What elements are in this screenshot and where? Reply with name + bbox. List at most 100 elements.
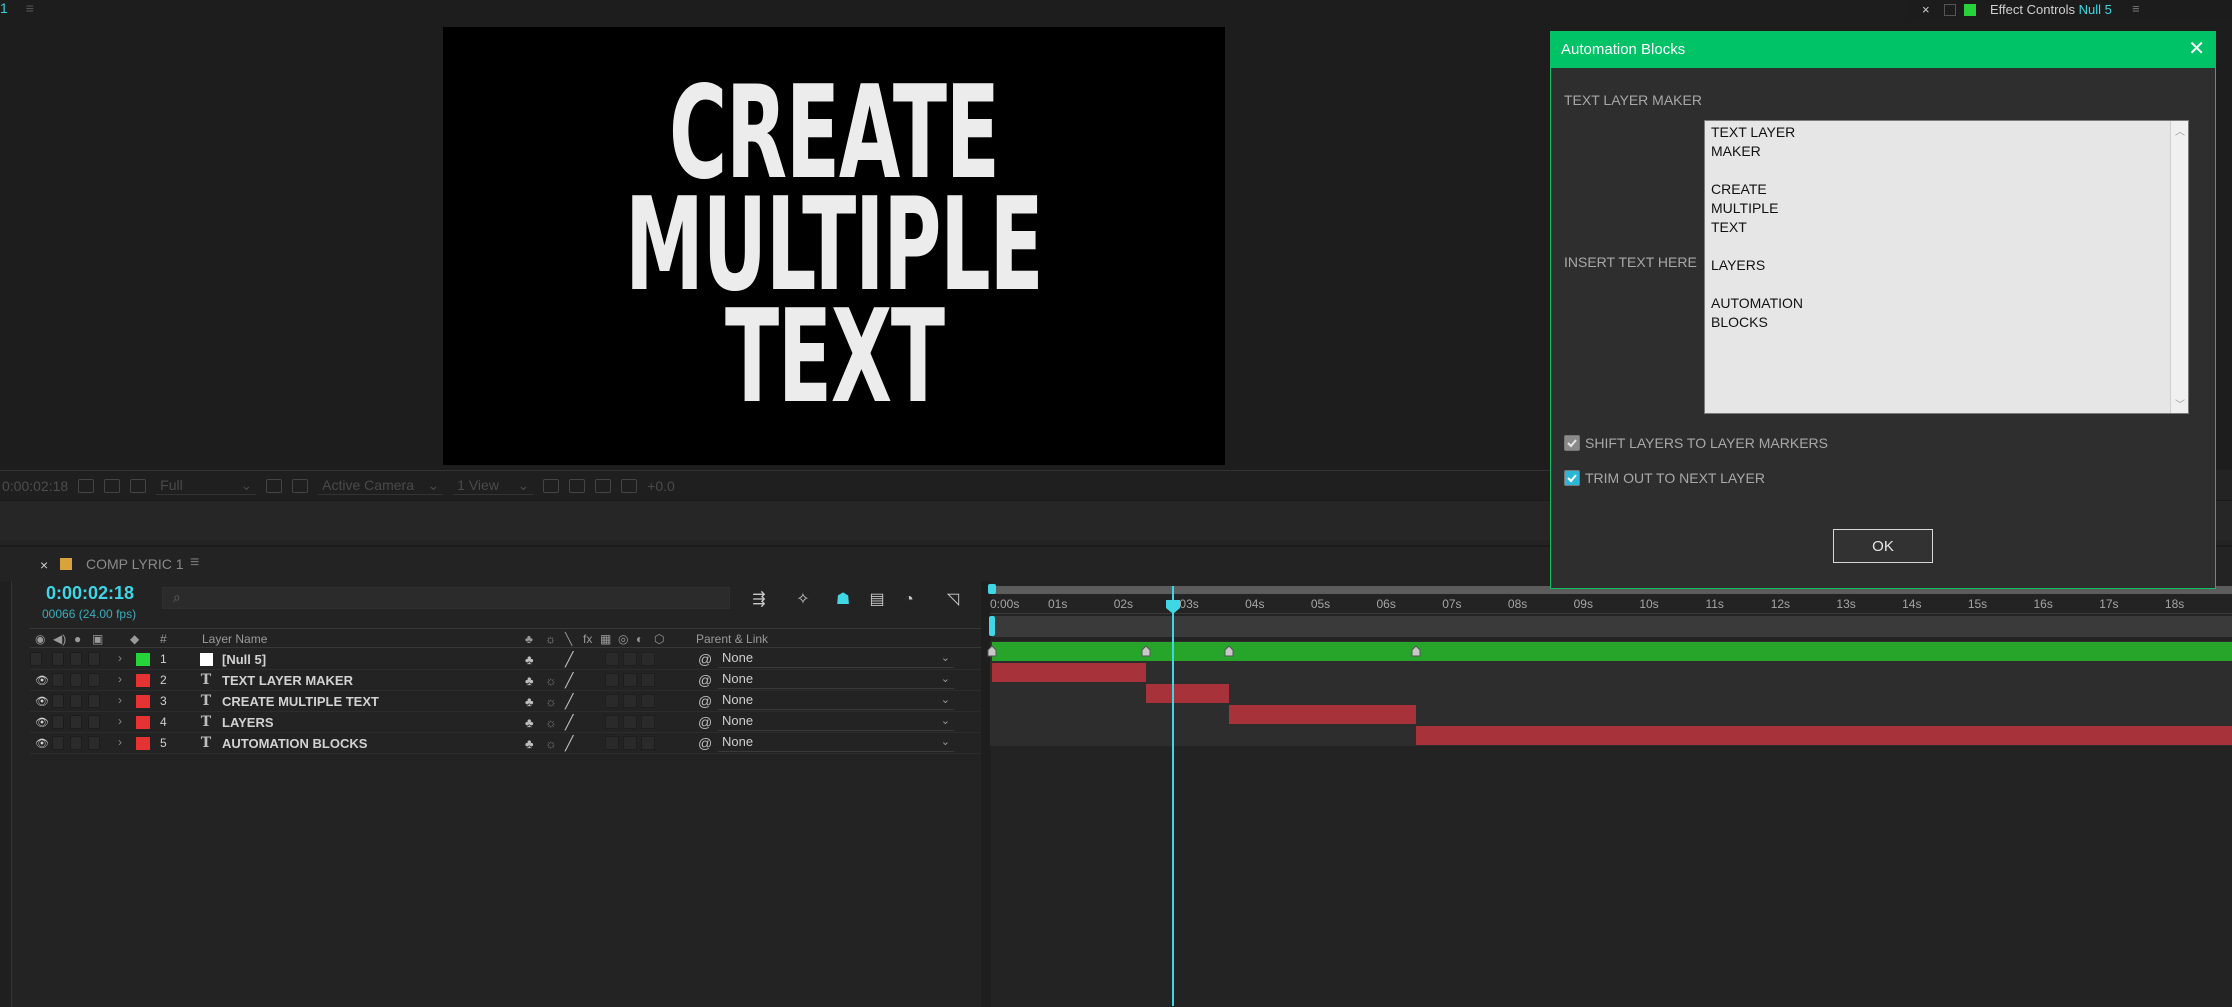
eye-icon[interactable]: 👁 bbox=[35, 674, 49, 687]
quality-switch-icon[interactable]: ╱ bbox=[565, 651, 573, 668]
close-icon[interactable]: × bbox=[1922, 2, 1930, 17]
transparency-grid-icon[interactable] bbox=[292, 478, 309, 493]
label-color-swatch[interactable] bbox=[136, 653, 150, 666]
layer-marker-icon[interactable] bbox=[1141, 645, 1151, 657]
graph-editor-icon[interactable]: ◹ bbox=[942, 590, 964, 610]
expand-chevron-icon[interactable]: › bbox=[118, 714, 122, 728]
camera-icon[interactable] bbox=[78, 478, 95, 493]
eye-icon[interactable]: 👁 bbox=[35, 737, 49, 750]
resolution-dropdown[interactable]: Full ⌄ bbox=[156, 477, 257, 495]
layer-row[interactable]: 👁 › 3 T CREATE MULTIPLE TEXT ♣ ☼ ╱ @ None ⌄ bbox=[30, 691, 982, 712]
close-icon[interactable]: × bbox=[40, 557, 48, 573]
expand-chevron-icon[interactable]: › bbox=[118, 693, 122, 707]
panel-menu-icon[interactable]: ≡ bbox=[190, 554, 199, 572]
timeline-icon[interactable] bbox=[569, 478, 586, 493]
audio-toggle[interactable] bbox=[52, 652, 64, 666]
layer-name[interactable]: TEXT LAYER MAKER bbox=[222, 673, 353, 688]
viewer-menu-icon[interactable]: ≡ bbox=[26, 0, 34, 16]
insert-text-area[interactable]: TEXT LAYER MAKER CREATE MULTIPLE TEXT LA… bbox=[1704, 120, 2189, 414]
label-color-swatch[interactable] bbox=[136, 695, 150, 708]
current-time-display[interactable]: 0:00:02:18 bbox=[46, 583, 134, 604]
layer-marker-icon[interactable] bbox=[987, 645, 997, 657]
eye-icon[interactable]: 👁 bbox=[35, 695, 49, 708]
ok-button[interactable]: OK bbox=[1833, 529, 1933, 563]
switch-box[interactable] bbox=[605, 715, 619, 729]
textarea-scrollbar[interactable]: ︿ ﹀ bbox=[2170, 121, 2188, 413]
work-area-start-handle[interactable] bbox=[989, 616, 995, 636]
switch-box[interactable] bbox=[623, 736, 637, 750]
layer-name[interactable]: LAYERS bbox=[222, 715, 274, 730]
lock-toggle[interactable] bbox=[88, 652, 100, 666]
solo-icon[interactable]: ● bbox=[74, 632, 81, 646]
reset-exposure-icon[interactable] bbox=[621, 478, 638, 493]
solo-toggle[interactable] bbox=[70, 736, 82, 750]
parent-pickwhip-icon[interactable]: @ bbox=[698, 714, 712, 730]
expand-chevron-icon[interactable]: › bbox=[118, 651, 122, 665]
audio-toggle[interactable] bbox=[52, 673, 64, 687]
label-color-swatch[interactable] bbox=[136, 737, 150, 750]
quality-switch-icon[interactable]: ╱ bbox=[565, 693, 573, 710]
audio-icon[interactable]: ◀) bbox=[53, 632, 66, 646]
switch-box[interactable] bbox=[623, 715, 637, 729]
audio-toggle[interactable] bbox=[52, 715, 64, 729]
shy-switch-icon[interactable]: ♣ bbox=[525, 673, 534, 688]
switch-box[interactable] bbox=[605, 673, 619, 687]
switch-box[interactable] bbox=[605, 694, 619, 708]
switch-box[interactable] bbox=[641, 715, 655, 729]
color-channels-icon[interactable] bbox=[130, 478, 147, 493]
motion-blur-icon[interactable]: ◔ bbox=[898, 590, 920, 610]
audio-toggle[interactable] bbox=[52, 694, 64, 708]
switch-box[interactable] bbox=[641, 694, 655, 708]
layer-row[interactable]: › 1 [Null 5] ♣ ╱ @ None ⌄ bbox=[30, 649, 982, 670]
switch-box[interactable] bbox=[623, 673, 637, 687]
layer-search-input[interactable]: ⌕ bbox=[162, 587, 730, 609]
comp-flowchart-icon[interactable] bbox=[595, 478, 612, 493]
switch-box[interactable] bbox=[641, 673, 655, 687]
playhead-handle-icon[interactable] bbox=[1165, 599, 1181, 615]
work-area-bar[interactable] bbox=[989, 616, 2232, 637]
trim-out-checkbox[interactable] bbox=[1564, 470, 1580, 486]
layer-row[interactable]: 👁 › 4 T LAYERS ♣ ☼ ╱ @ None ⌄ bbox=[30, 712, 982, 733]
shy-layers-icon[interactable]: ☗ bbox=[832, 590, 854, 610]
parent-pickwhip-icon[interactable]: @ bbox=[698, 735, 712, 751]
lock-toggle[interactable] bbox=[88, 673, 100, 687]
switch-box[interactable] bbox=[641, 652, 655, 666]
collapse-switch-icon[interactable]: ☼ bbox=[545, 694, 557, 709]
switch-box[interactable] bbox=[641, 736, 655, 750]
layer-name[interactable]: AUTOMATION BLOCKS bbox=[222, 736, 367, 751]
composition-canvas[interactable]: CREATE MULTIPLE TEXT bbox=[443, 27, 1225, 465]
effect-controls-tab[interactable]: × Effect Controls Null 5 ≡ bbox=[1906, 0, 2232, 22]
views-dropdown[interactable]: 1 View ⌄ bbox=[453, 477, 534, 495]
draft-3d-icon[interactable]: ✧ bbox=[792, 590, 814, 610]
camera-dropdown[interactable]: Active Camera ⌄ bbox=[318, 477, 444, 495]
quality-switch-icon[interactable]: ╱ bbox=[565, 672, 573, 689]
layer-marker-icon[interactable] bbox=[1411, 645, 1421, 657]
layer-duration-bar[interactable] bbox=[992, 663, 1147, 682]
layer-name[interactable]: CREATE MULTIPLE TEXT bbox=[222, 694, 379, 709]
fast-preview-icon[interactable] bbox=[543, 478, 560, 493]
parent-pickwhip-icon[interactable]: @ bbox=[698, 651, 712, 667]
region-of-interest-icon[interactable] bbox=[266, 478, 283, 493]
switch-box[interactable] bbox=[623, 652, 637, 666]
layer-name[interactable]: [Null 5] bbox=[222, 652, 266, 667]
shift-layers-label[interactable]: SHIFT LAYERS TO LAYER MARKERS bbox=[1585, 435, 1828, 451]
comp-mini-flowchart-icon[interactable]: ⇶ bbox=[748, 590, 770, 610]
video-toggle[interactable] bbox=[30, 652, 42, 666]
collapse-switch-icon[interactable]: ☼ bbox=[545, 736, 557, 751]
shy-switch-icon[interactable]: ♣ bbox=[525, 736, 534, 751]
expand-chevron-icon[interactable]: › bbox=[118, 672, 122, 686]
collapse-switch-icon[interactable]: ☼ bbox=[545, 673, 557, 688]
layer-row[interactable]: 👁 › 2 T TEXT LAYER MAKER ♣ ☼ ╱ @ None ⌄ bbox=[30, 670, 982, 691]
shy-switch-icon[interactable]: ♣ bbox=[525, 652, 534, 667]
lock-toggle[interactable] bbox=[88, 736, 100, 750]
shy-switch-icon[interactable]: ♣ bbox=[525, 694, 534, 709]
collapse-switch-icon[interactable]: ☼ bbox=[545, 715, 557, 730]
audio-toggle[interactable] bbox=[52, 736, 64, 750]
lock-toggle[interactable] bbox=[88, 694, 100, 708]
parent-dropdown[interactable]: None ⌄ bbox=[718, 692, 954, 710]
lock-icon[interactable] bbox=[1944, 4, 1956, 16]
parent-dropdown[interactable]: None ⌄ bbox=[718, 650, 954, 668]
dialog-title-bar[interactable]: Automation Blocks ✕ bbox=[1551, 32, 2215, 68]
shy-switch-icon[interactable]: ♣ bbox=[525, 715, 534, 730]
close-icon[interactable]: ✕ bbox=[2188, 36, 2205, 61]
